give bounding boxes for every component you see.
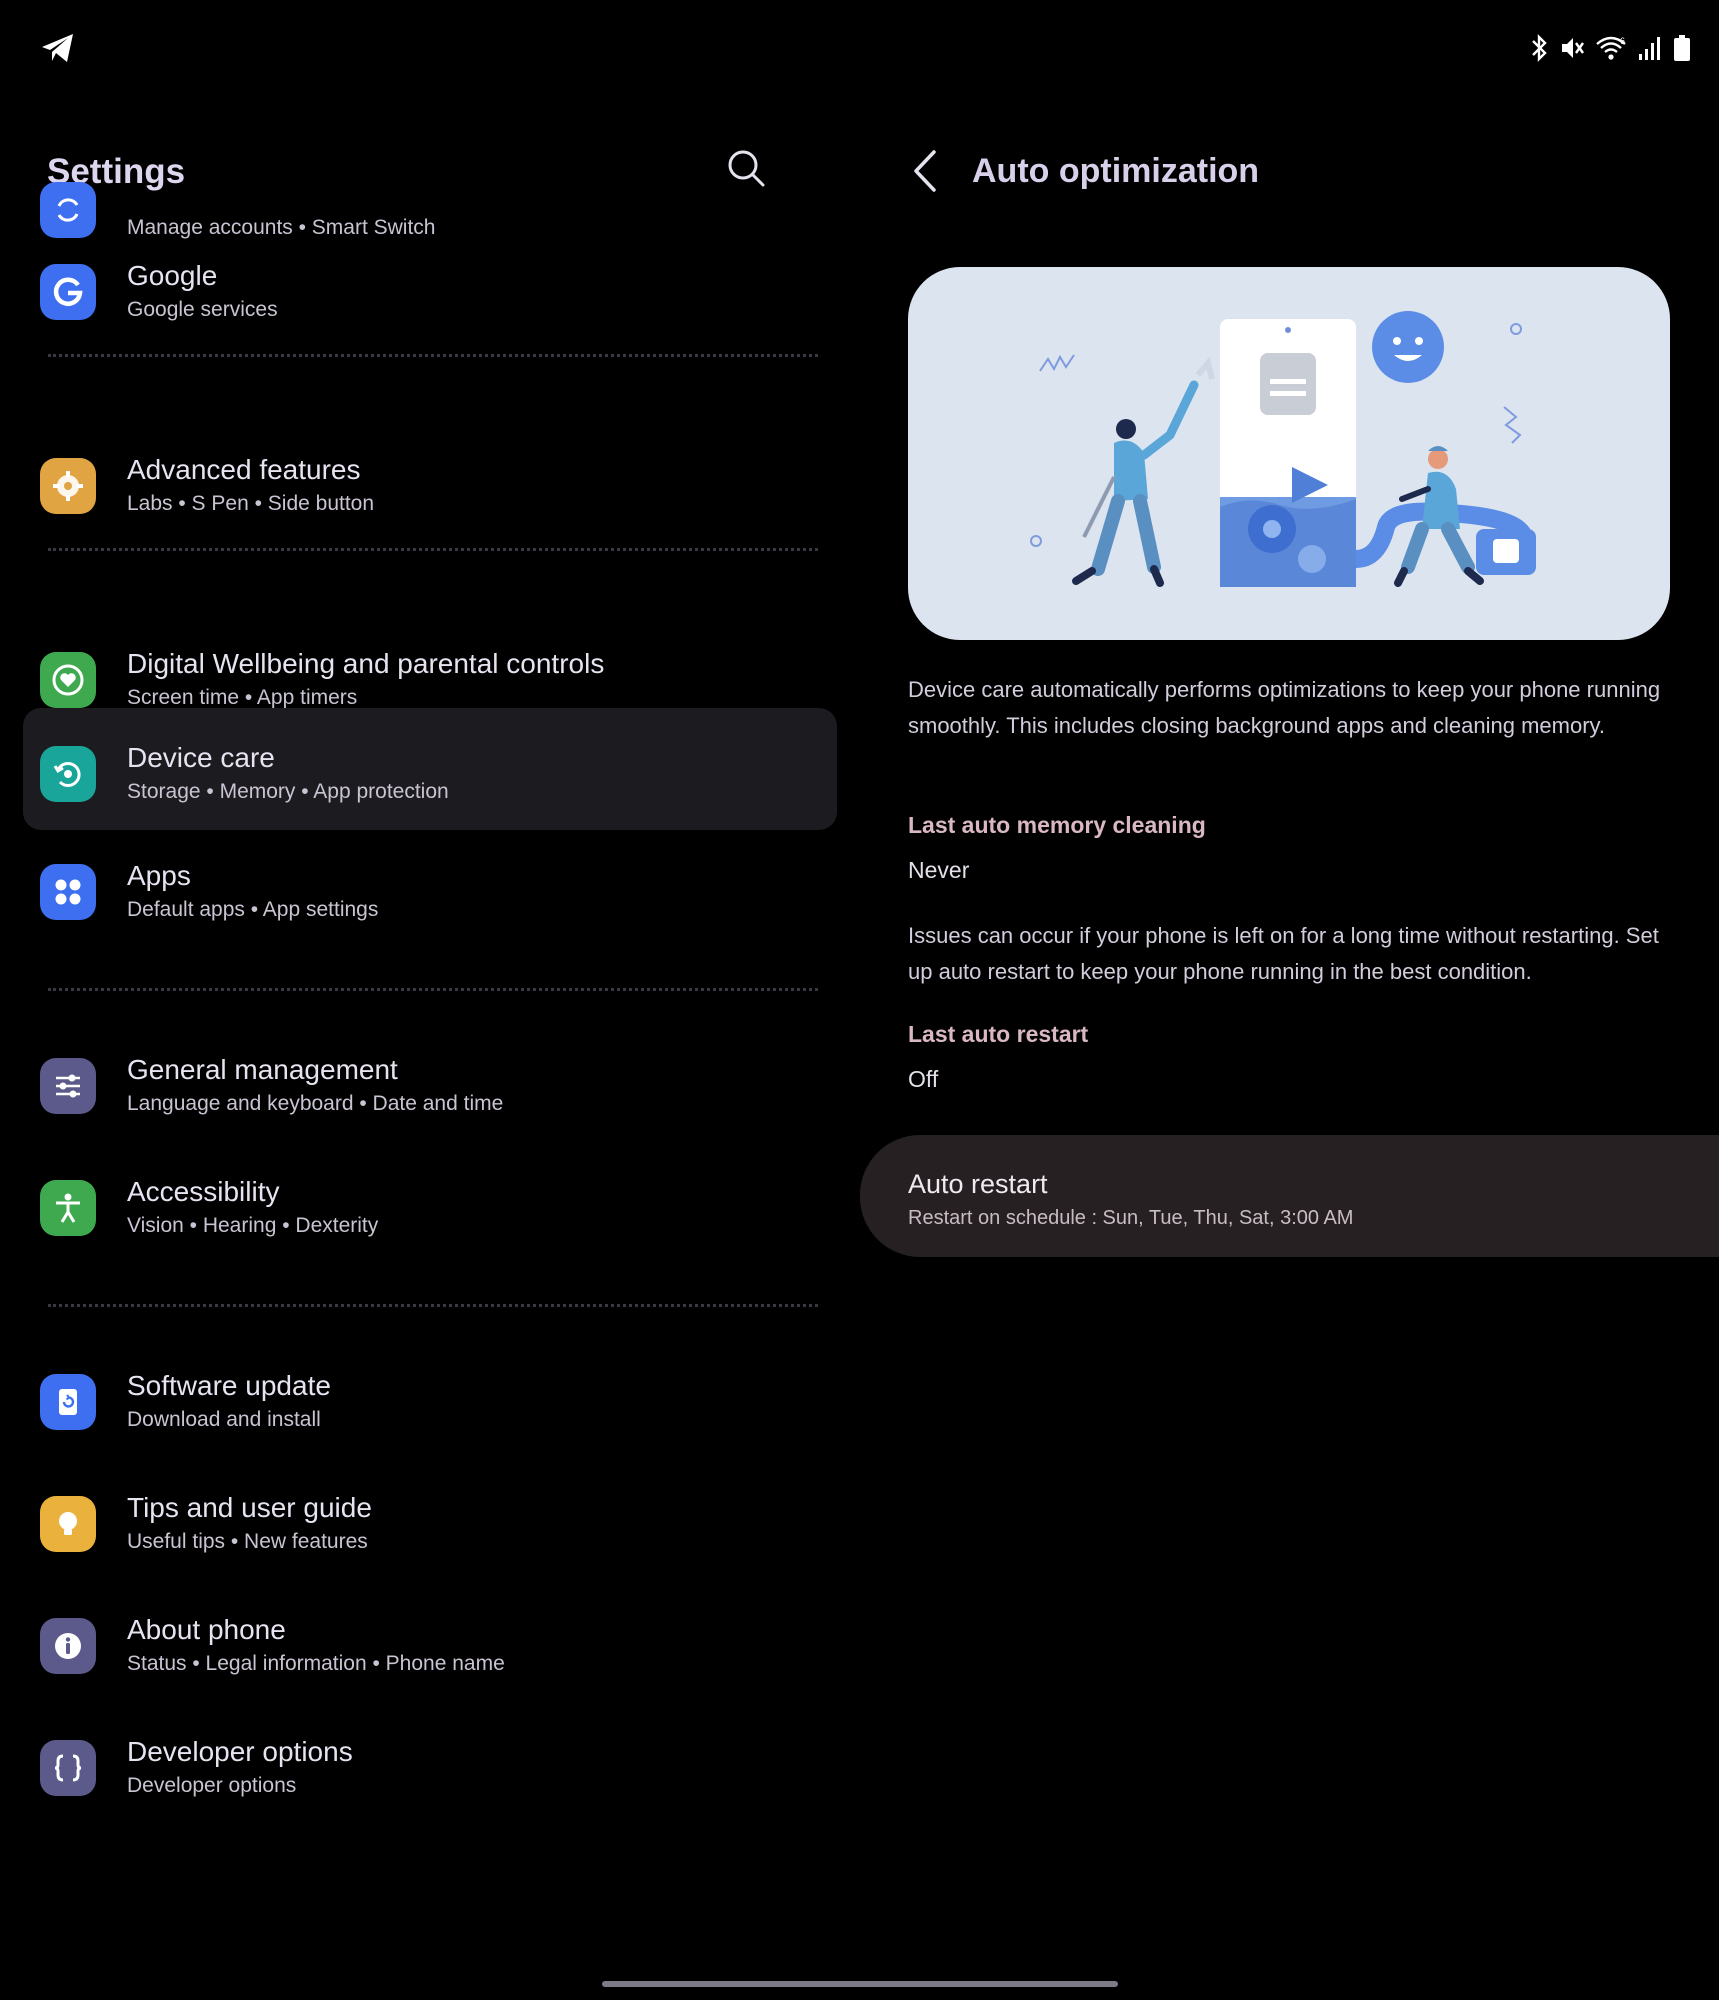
battery-icon [1673,34,1691,62]
settings-item-subtitle: Developer options [127,1774,297,1797]
last-memory-cleaning-value: Never [908,857,970,883]
settings-item-apps[interactable]: Apps Default apps • App settings [23,830,837,952]
settings-item-title: Apps [127,860,191,891]
sliders-icon [40,1058,96,1114]
divider [48,548,818,551]
gear-plus-icon [40,458,96,514]
signal-icon [1637,34,1663,62]
last-auto-restart-label: Last auto restart [908,1021,1089,1047]
info-icon [40,1618,96,1674]
divider [48,354,818,357]
heart-circle-icon [40,652,96,708]
auto-restart-title: Auto restart [908,1169,1048,1199]
auto-optimization-panel: Auto optimization Device care automatica… [860,100,1719,1980]
settings-item-device-care[interactable]: Device care Storage • Memory • App prote… [23,708,837,830]
settings-item-subtitle: Useful tips • New features [127,1530,368,1553]
settings-item-subtitle: Default apps • App settings [127,898,379,921]
status-bar: 6 [0,0,1719,100]
settings-item-title: Digital Wellbeing and parental controls [127,648,605,679]
accessibility-icon [40,1180,96,1236]
settings-item-title: Accessibility [127,1176,280,1207]
bluetooth-icon [1529,34,1549,62]
auto-optimization-illustration [908,267,1670,640]
settings-item-title: Device care [127,742,275,773]
settings-item-title: Advanced features [127,454,361,485]
settings-item-title: About phone [127,1614,286,1645]
back-arrow-icon[interactable] [906,148,946,194]
wifi-icon: 6 [1595,34,1627,62]
settings-item-subtitle: Storage • Memory • App protection [127,780,449,803]
settings-item-accessibility[interactable]: Accessibility Vision • Hearing • Dexteri… [23,1146,837,1268]
last-memory-cleaning-label: Last auto memory cleaning [908,812,1206,838]
apps-grid-icon [40,864,96,920]
telegram-icon [40,32,76,69]
settings-item-advanced-features[interactable]: Advanced features Labs • S Pen • Side bu… [23,424,837,546]
settings-item-subtitle: Download and install [127,1408,321,1431]
settings-item-tips[interactable]: Tips and user guide Useful tips • New fe… [23,1462,837,1584]
settings-item-about-phone[interactable]: About phone Status • Legal information •… [23,1584,837,1706]
bulb-icon [40,1496,96,1552]
mute-icon [1559,34,1585,62]
divider [48,988,818,991]
settings-item-title: Google [127,260,218,291]
settings-item-subtitle: Language and keyboard • Date and time [127,1092,504,1115]
page-title: Auto optimization [972,152,1260,190]
settings-item-google[interactable]: Google Google services [23,230,837,352]
settings-item-subtitle: Labs • S Pen • Side button [127,492,375,515]
settings-item-title: Software update [127,1370,331,1401]
device-care-icon [40,746,96,802]
svg-text:6: 6 [1620,36,1625,46]
braces-icon [40,1740,96,1796]
settings-item-developer-options[interactable]: Developer options Developer options [23,1706,837,1828]
settings-item-title: Tips and user guide [127,1492,372,1523]
settings-item-title: Developer options [127,1736,353,1767]
google-icon [40,264,96,320]
settings-item-software-update[interactable]: Software update Download and install [23,1340,837,1462]
settings-item-subtitle: Screen time • App timers [127,686,358,709]
settings-panel: Settings Manage accounts • Smart Switch … [0,100,860,1980]
last-auto-restart-value: Off [908,1066,939,1092]
settings-item-general-management[interactable]: General management Language and keyboard… [23,1024,837,1146]
settings-item-subtitle: Status • Legal information • Phone name [127,1652,505,1675]
auto-restart-schedule: Restart on schedule : Sun, Tue, Thu, Sat… [908,1207,1354,1229]
settings-item-subtitle: Vision • Hearing • Dexterity [127,1214,379,1237]
settings-item-subtitle: Google services [127,298,278,321]
auto-optimization-description: Device care automatically performs optim… [908,677,1661,738]
divider [48,1304,818,1307]
auto-restart-setting[interactable]: Auto restart Restart on schedule : Sun, … [860,1135,1719,1257]
update-icon [40,1374,96,1430]
settings-item-title: General management [127,1054,398,1085]
auto-restart-info-text: Issues can occur if your phone is left o… [908,923,1659,984]
home-indicator[interactable] [602,1981,1118,1987]
